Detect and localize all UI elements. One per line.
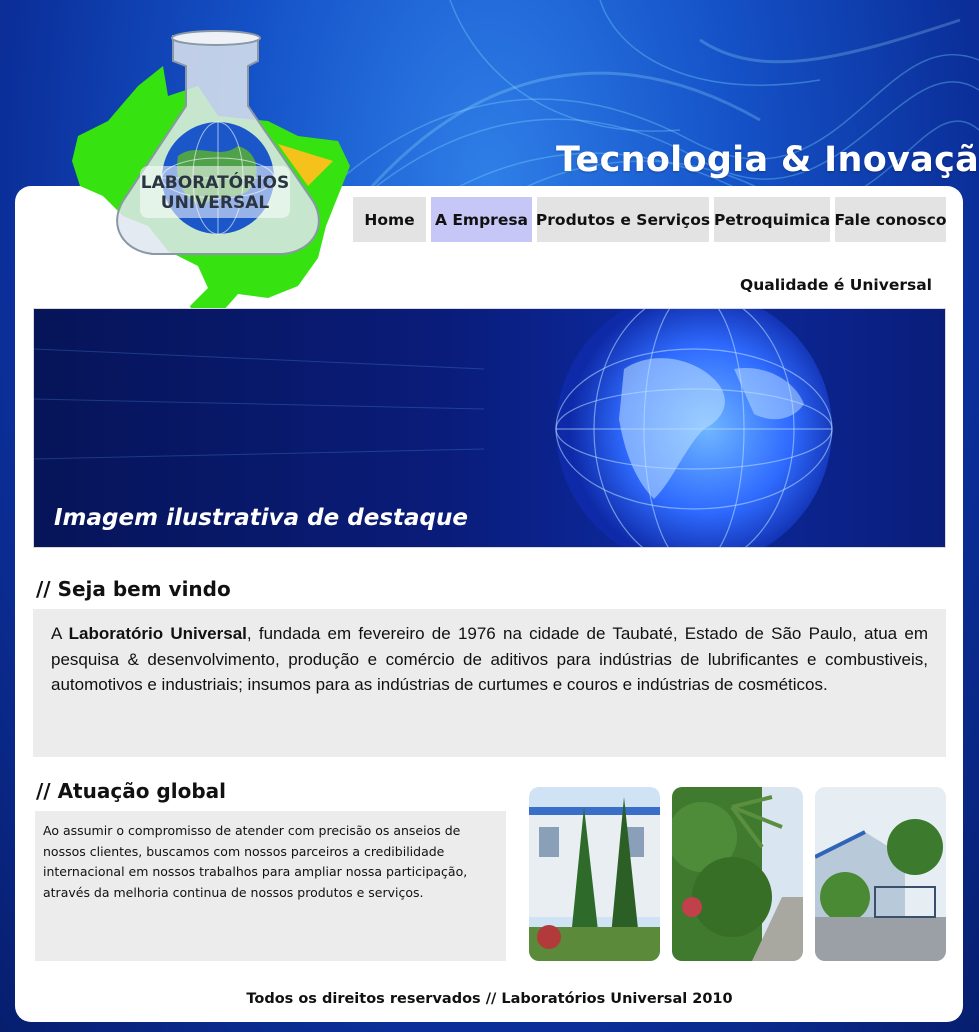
global-text-box: Ao assumir o compromisso de atender com … <box>35 811 506 961</box>
welcome-text-box: A Laboratório Universal, fundada em feve… <box>33 609 946 757</box>
nav-item-home[interactable]: Home <box>353 197 426 242</box>
logo-text-line1: LABORATÓRIOS <box>141 171 289 193</box>
welcome-title: // Seja bem vindo <box>36 577 231 601</box>
company-logo[interactable]: LABORATÓRIOS UNIVERSAL <box>68 26 358 336</box>
company-name: Laboratório Universal <box>68 624 247 643</box>
footer-copyright: Todos os direitos reservados // Laborató… <box>246 991 733 1007</box>
nav-item-fale-conosco[interactable]: Fale conosco <box>835 197 946 242</box>
nav-item-a-empresa[interactable]: A Empresa <box>431 197 532 242</box>
global-title: // Atuação global <box>36 779 226 803</box>
banner-caption: Imagem ilustrativa de destaque <box>54 505 468 531</box>
nav-item-petroquimica[interactable]: Petroquimica <box>714 197 830 242</box>
featured-banner: Imagem ilustrativa de destaque <box>33 308 946 548</box>
facility-photo-2[interactable] <box>672 787 803 961</box>
facility-photo-1[interactable] <box>529 787 660 961</box>
facility-photo-3[interactable] <box>815 787 946 961</box>
slogan: Qualidade é Universal <box>740 276 932 294</box>
nav-item-produtos-servicos[interactable]: Produtos e Serviços <box>536 197 710 242</box>
global-text: Ao assumir o compromisso de atender com … <box>43 823 468 900</box>
welcome-text-prefix: A <box>51 624 69 643</box>
logo-text-line2: UNIVERSAL <box>161 193 270 213</box>
header-tagline: Tecnologia & Inovação <box>556 140 979 180</box>
main-navigation: Home A Empresa Produtos e Serviços Petro… <box>353 197 946 242</box>
